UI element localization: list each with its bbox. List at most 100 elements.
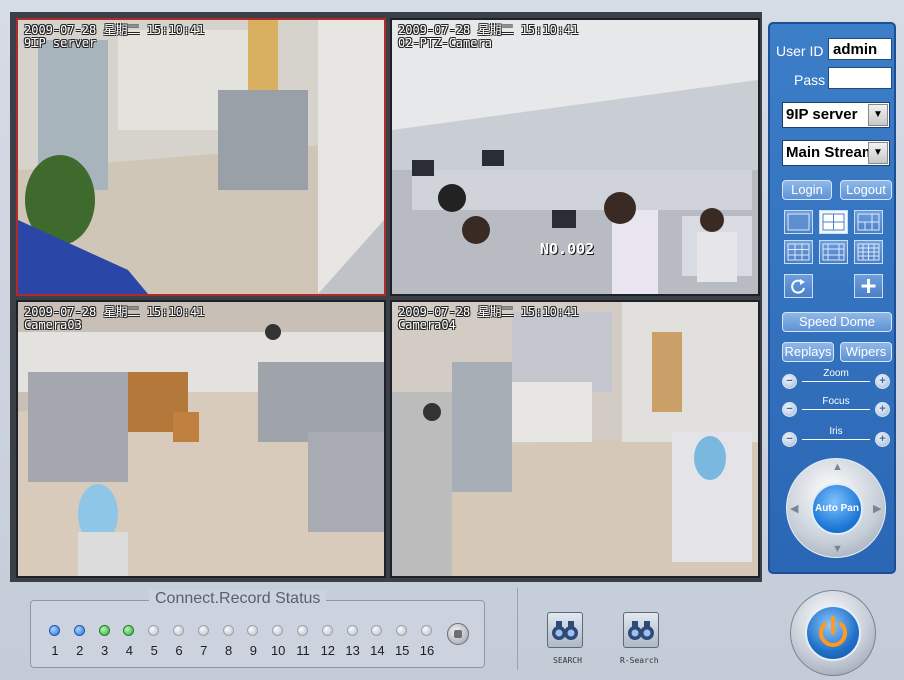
channel-2-number: 2 bbox=[76, 643, 84, 658]
nine-view-icon bbox=[787, 243, 810, 261]
channel-14-number: 14 bbox=[370, 643, 385, 658]
arrow-down-icon[interactable]: ▼ bbox=[832, 543, 843, 555]
connect-record-status: Connect.Record Status 1 2 3 4 5 6 7 8 9 10 11 12 13 1… bbox=[30, 590, 485, 668]
layout-13-button[interactable] bbox=[819, 240, 848, 264]
zoom-out-button[interactable]: − bbox=[782, 374, 797, 389]
six-view-icon bbox=[857, 213, 880, 231]
arrow-up-icon[interactable]: ▲ bbox=[832, 461, 843, 473]
search-label: SEARCH bbox=[553, 656, 582, 665]
auto-pan-button[interactable]: Auto Pan bbox=[811, 483, 863, 535]
r-search-button[interactable] bbox=[623, 612, 659, 648]
focus-control: − Focus + bbox=[782, 396, 890, 420]
camera-view-1[interactable]: 2009-07-28 星期二 15:10:41 9IP server bbox=[16, 18, 386, 296]
channel-3-status-led bbox=[98, 625, 110, 636]
channel-4-status-led bbox=[123, 625, 135, 636]
login-button[interactable]: Login bbox=[782, 180, 832, 200]
add-button[interactable] bbox=[854, 274, 883, 298]
camera-view-4[interactable]: 2009-07-28 星期二 15:10:41 Camera04 bbox=[390, 300, 760, 578]
camera-2-osd: 2009-07-28 星期二 15:10:41 02-PTZ-Camera bbox=[398, 24, 579, 50]
channel-7-number: 7 bbox=[200, 643, 208, 658]
cycle-button[interactable] bbox=[784, 274, 813, 298]
focus-far-button[interactable]: + bbox=[875, 402, 890, 417]
layout-4-button[interactable] bbox=[819, 210, 848, 234]
server-select-value: 9IP server bbox=[786, 106, 858, 123]
password-input[interactable] bbox=[828, 67, 892, 89]
focus-near-button[interactable]: − bbox=[782, 402, 797, 417]
status-clear-button[interactable] bbox=[447, 623, 469, 645]
camera-4-osd: 2009-07-28 星期二 15:10:41 Camera04 bbox=[398, 306, 579, 332]
camera-4-image bbox=[392, 302, 758, 576]
channel-6-status-led bbox=[173, 625, 184, 636]
pass-label: Pass bbox=[794, 72, 826, 88]
chevron-down-icon[interactable]: ▼ bbox=[868, 104, 888, 126]
iris-close-button[interactable]: − bbox=[782, 432, 797, 447]
power-button[interactable] bbox=[790, 590, 876, 676]
stream-select[interactable]: Main Stream ▼ bbox=[782, 140, 890, 166]
camera-1-osd: 2009-07-28 星期二 15:10:41 9IP server bbox=[24, 24, 205, 50]
binoculars-icon bbox=[552, 621, 578, 640]
thirteen-view-icon bbox=[822, 243, 845, 261]
replays-button[interactable]: Replays bbox=[782, 342, 834, 362]
plus-icon bbox=[861, 279, 876, 293]
iris-control: − Iris + bbox=[782, 426, 890, 450]
camera-3-image bbox=[18, 302, 384, 576]
channel-10-status-led bbox=[272, 625, 284, 636]
r-search-label: R-Search bbox=[620, 656, 659, 665]
channel-1-number: 1 bbox=[51, 643, 59, 658]
speed-dome-button[interactable]: Speed Dome bbox=[782, 312, 892, 332]
wipers-button[interactable]: Wipers bbox=[840, 342, 892, 362]
arrow-left-icon[interactable]: ◀ bbox=[790, 502, 798, 515]
channel-9-status-led bbox=[247, 625, 259, 636]
camera-view-3[interactable]: 2009-07-28 星期二 15:10:41 Camera03 bbox=[16, 300, 386, 578]
channel-9-number: 9 bbox=[249, 643, 257, 658]
bottom-divider bbox=[517, 588, 518, 670]
channel-13-number: 13 bbox=[345, 643, 360, 658]
iris-open-button[interactable]: + bbox=[875, 432, 890, 447]
channel-11-number: 11 bbox=[296, 643, 310, 658]
single-view-icon bbox=[787, 213, 810, 231]
channel-5-status-led bbox=[148, 625, 160, 636]
channel-3-number: 3 bbox=[100, 643, 109, 658]
quad-view-icon bbox=[822, 213, 845, 231]
layout-16-button[interactable] bbox=[854, 240, 883, 264]
search-button[interactable] bbox=[547, 612, 583, 648]
zoom-track bbox=[802, 381, 870, 382]
camera-4-name: Camera04 bbox=[398, 318, 456, 332]
channel-1-status-led bbox=[49, 625, 60, 636]
camera-1-name: 9IP server bbox=[24, 36, 97, 50]
zoom-in-button[interactable]: + bbox=[875, 374, 890, 389]
channel-7-status-led bbox=[197, 625, 209, 636]
power-icon bbox=[819, 616, 847, 647]
channel-16-status-led bbox=[421, 625, 432, 636]
zoom-control: − Zoom + bbox=[782, 368, 890, 392]
control-panel: User ID Pass 9IP server ▼ Main Stream ▼ … bbox=[768, 22, 896, 574]
camera-3-name: Camera03 bbox=[24, 318, 82, 332]
channel-6-number: 6 bbox=[175, 643, 183, 658]
arrow-right-icon[interactable]: ▶ bbox=[873, 502, 881, 515]
channel-12-status-led bbox=[321, 625, 333, 636]
power-button-face bbox=[805, 605, 861, 661]
camera-2-preset-label: NO.002 bbox=[540, 240, 595, 258]
chevron-down-icon[interactable]: ▼ bbox=[868, 142, 888, 164]
channel-2-status-led bbox=[73, 625, 85, 636]
channel-11-status-led bbox=[297, 625, 308, 636]
iris-label: Iris bbox=[829, 426, 843, 437]
channel-8-status-led bbox=[222, 625, 234, 636]
status-title: Connect.Record Status bbox=[149, 590, 327, 608]
layout-1-button[interactable] bbox=[784, 210, 813, 234]
sixteen-view-icon bbox=[857, 243, 880, 261]
channel-16-number: 16 bbox=[419, 643, 435, 658]
channel-15-status-led bbox=[396, 625, 408, 636]
user-id-input[interactable] bbox=[828, 38, 892, 60]
layout-9-button[interactable] bbox=[784, 240, 813, 264]
logout-button[interactable]: Logout bbox=[840, 180, 892, 200]
server-select[interactable]: 9IP server ▼ bbox=[782, 102, 890, 128]
channel-10-number: 10 bbox=[270, 643, 286, 658]
focus-track bbox=[802, 409, 870, 410]
channel-4-number: 4 bbox=[125, 643, 133, 658]
stream-select-value: Main Stream bbox=[786, 144, 876, 161]
camera-view-2[interactable]: 2009-07-28 星期二 15:10:41 02-PTZ-Camera NO… bbox=[390, 18, 760, 296]
refresh-icon bbox=[791, 279, 805, 294]
video-grid: 2009-07-28 星期二 15:10:41 9IP server 2009-… bbox=[10, 12, 762, 582]
layout-6-button[interactable] bbox=[854, 210, 883, 234]
